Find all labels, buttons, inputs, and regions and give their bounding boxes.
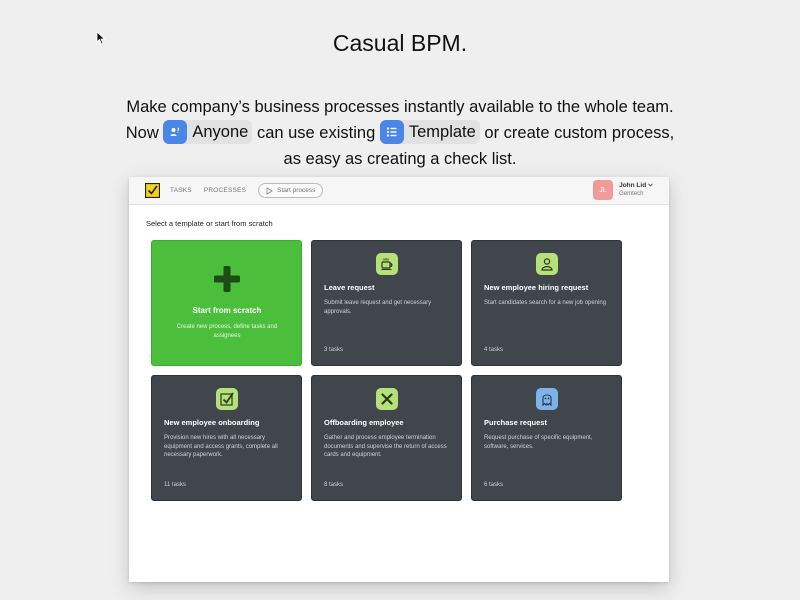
intro-part-2: can use existing	[256, 124, 376, 142]
card-title: New employee hiring request	[484, 283, 589, 292]
leave-request-card[interactable]: Leave request Submit leave request and g…	[311, 240, 462, 366]
start-process-button[interactable]: Start process	[258, 183, 324, 198]
person-icon	[536, 253, 558, 275]
template-label: Template	[408, 122, 476, 141]
purchase-request-card[interactable]: Purchase request Request purchase of spe…	[471, 375, 622, 501]
start-from-scratch-card[interactable]: Start from scratch Create new process, d…	[151, 240, 302, 366]
card-title: New employee onboarding	[164, 418, 260, 427]
card-title: Start from scratch	[192, 306, 262, 315]
card-task-count: 8 tasks	[324, 482, 344, 488]
card-description: Gather and process employee termination …	[324, 435, 447, 458]
plus-icon	[214, 266, 240, 292]
card-task-count: 6 tasks	[484, 482, 504, 488]
card-title: Purchase request	[484, 418, 547, 427]
offboarding-card[interactable]: Offboarding employee Gather and process …	[311, 375, 462, 501]
page-headline: Casual BPM.	[332, 30, 468, 56]
card-title: Leave request	[324, 283, 375, 292]
onboarding-card[interactable]: New employee onboarding Provision new hi…	[151, 375, 302, 501]
nav-tasks[interactable]: TASKS	[170, 187, 192, 194]
card-task-count: 4 tasks	[484, 347, 504, 353]
nav-processes[interactable]: PROCESSES	[204, 187, 246, 194]
intro-text: Make company’s business processes instan…	[120, 94, 680, 172]
coffee-icon	[376, 253, 398, 275]
card-task-count: 11 tasks	[164, 482, 186, 488]
app-logo-icon[interactable]	[145, 183, 160, 198]
template-chip: Template	[379, 119, 480, 144]
card-description: Create new process, define tasks and ass…	[176, 324, 278, 339]
hiring-request-card[interactable]: New employee hiring request Start candid…	[471, 240, 622, 366]
app-topbar: TASKS PROCESSES Start process JL John Li…	[129, 177, 669, 205]
cross-icon	[376, 388, 398, 410]
anyone-chip: Anyone	[163, 119, 253, 144]
card-description: Request purchase of specific equipment, …	[484, 435, 593, 450]
section-title: Select a template or start from scratch	[146, 219, 273, 228]
user-menu[interactable]: JL John Lid Gemtech	[593, 180, 653, 200]
card-description: Start candidates search for a new job op…	[484, 300, 607, 306]
card-description: Submit leave request and get necessary a…	[324, 300, 432, 315]
user-org: Gemtech	[619, 191, 644, 197]
app-window: TASKS PROCESSES Start process JL John Li…	[129, 177, 669, 582]
card-description: Provision new hires with all necessary e…	[164, 435, 278, 458]
person-key-icon	[163, 119, 188, 144]
avatar: JL	[593, 180, 614, 200]
start-process-label: Start process	[277, 187, 316, 194]
ghost-icon	[536, 388, 558, 410]
checkmark-icon	[216, 388, 238, 410]
chevron-down-icon	[648, 183, 653, 187]
card-task-count: 3 tasks	[324, 347, 344, 353]
card-title: Offboarding employee	[324, 418, 404, 427]
play-icon	[266, 186, 273, 195]
anyone-label: Anyone	[192, 122, 249, 141]
list-icon	[379, 119, 404, 144]
user-name: John Lid	[619, 181, 653, 190]
